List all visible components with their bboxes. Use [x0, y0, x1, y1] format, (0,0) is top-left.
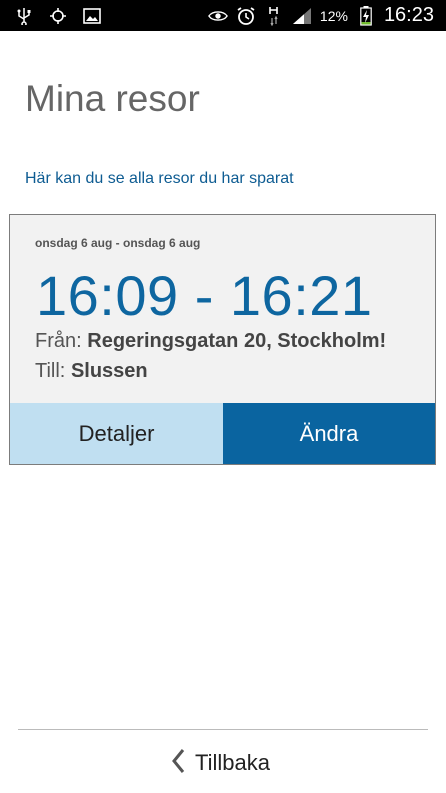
status-bar: 12% 16:23	[0, 0, 446, 31]
page-title: Mina resor	[25, 78, 200, 119]
footer-divider	[18, 729, 428, 730]
page-subtitle: Här kan du se alla resor du har sparat	[25, 170, 294, 187]
back-label: Tillbaka	[195, 750, 270, 775]
alarm-icon	[236, 6, 256, 26]
trip-from-label: Från:	[35, 330, 82, 352]
details-button[interactable]: Detaljer	[10, 403, 223, 464]
chevron-left-icon	[171, 748, 185, 779]
trip-dates: onsdag 6 aug - onsdag 6 aug	[35, 236, 201, 250]
change-button[interactable]: Ändra	[223, 403, 435, 464]
battery-percent: 12%	[319, 7, 348, 24]
battery-icon	[356, 5, 376, 26]
signal-icon	[292, 6, 312, 26]
trip-from: Från: Regeringsgatan 20, Stockholm!	[35, 330, 386, 353]
clock: 16:23	[383, 4, 434, 26]
trip-to-value: Slussen	[70, 360, 148, 382]
trip-to-label: Till:	[35, 360, 66, 382]
back-button[interactable]: Tillbaka	[171, 745, 270, 781]
trip-to: Till: Slussen	[35, 360, 148, 383]
data-h-icon	[264, 6, 284, 26]
trip-card: onsdag 6 aug - onsdag 6 aug 16:09 - 16:2…	[9, 214, 436, 465]
trip-from-value: Regeringsgatan 20, Stockholm!	[87, 330, 387, 352]
gallery-icon	[82, 6, 102, 26]
trip-times: 16:09 - 16:21	[36, 264, 373, 327]
usb-icon	[14, 6, 34, 26]
gps-icon	[48, 6, 68, 26]
eye-icon	[207, 6, 228, 26]
